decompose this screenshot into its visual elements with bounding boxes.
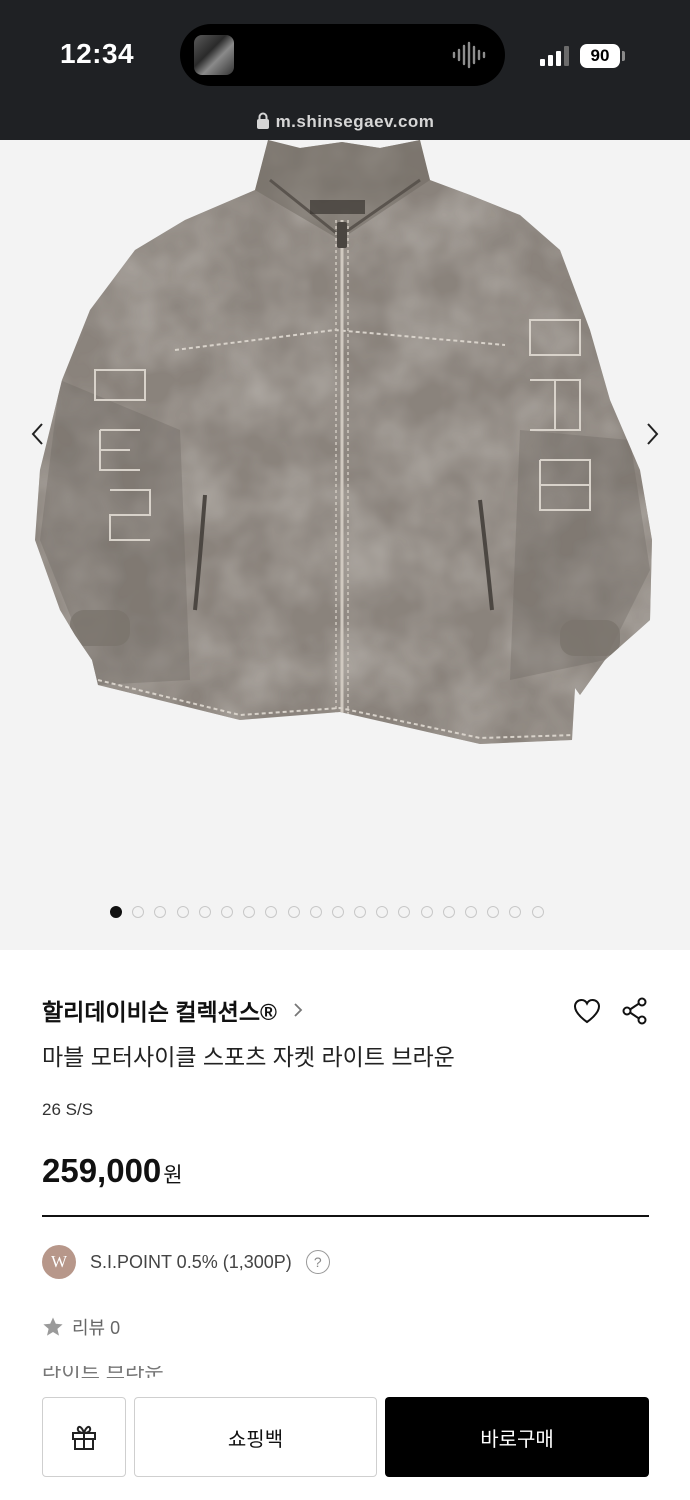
gallery-dot[interactable] [487, 906, 500, 918]
now-playing-artwork[interactable] [194, 35, 234, 75]
gift-icon [72, 1425, 96, 1450]
gallery-dot[interactable] [265, 906, 278, 918]
help-icon[interactable]: ? [305, 1250, 330, 1274]
status-time: 12:34 [60, 38, 135, 69]
audio-waveform-icon [452, 41, 486, 69]
gift-button[interactable] [42, 1397, 126, 1477]
points-info: W S.I.POINT 0.5% (1,300P) ? [42, 1244, 330, 1280]
gallery-dot[interactable] [220, 906, 233, 918]
heart-icon[interactable] [572, 997, 602, 1025]
url-bar[interactable]: m.shinsegaev.com [0, 112, 690, 132]
gallery-dot[interactable] [509, 906, 522, 918]
gallery-dot[interactable] [354, 906, 367, 918]
gallery-dot[interactable] [132, 906, 145, 918]
product-jacket-image [35, 140, 652, 744]
divider [42, 1215, 649, 1217]
gallery-dot[interactable] [176, 906, 189, 918]
review-count: 리뷰 0 [72, 1318, 121, 1338]
gallery-dot[interactable] [110, 906, 122, 918]
gallery-dot[interactable] [398, 906, 411, 918]
gallery-dot[interactable] [465, 906, 477, 918]
gallery-dot[interactable] [154, 906, 167, 918]
points-text: S.I.POINT 0.5% (1,300P) [90, 1251, 292, 1272]
color-option-label: 라이트 브라운 [42, 1366, 164, 1378]
gallery-dot[interactable] [331, 906, 344, 918]
brand-name: 할리데이비슨 컬렉션스® [42, 999, 277, 1025]
chevron-right-icon [294, 1003, 303, 1017]
buy-now-button[interactable]: 바로구매 [385, 1397, 649, 1477]
bottom-action-bar: 쇼핑백 바로구매 [0, 1378, 690, 1500]
product-image-gallery[interactable] [0, 140, 690, 950]
review-summary[interactable]: 리뷰 0 [42, 1314, 120, 1340]
product-price: 259,000원 [42, 1152, 183, 1190]
points-badge-icon: W [42, 1245, 76, 1279]
share-icon[interactable] [622, 997, 648, 1025]
price-currency: 원 [163, 1164, 183, 1187]
dynamic-island[interactable] [180, 24, 505, 86]
status-bar: 12:34 90 m.shinsegaev.com [0, 0, 690, 140]
gallery-pagination [110, 906, 544, 920]
gallery-dot[interactable] [420, 906, 433, 918]
price-value: 259,000 [42, 1152, 162, 1189]
brand-link[interactable]: 할리데이비슨 컬렉션스® [42, 993, 305, 1027]
gallery-dot[interactable] [376, 906, 389, 918]
gallery-dot[interactable] [287, 906, 300, 918]
product-season: 26 S/S [42, 1100, 94, 1119]
star-icon [43, 1317, 63, 1336]
gallery-dot[interactable] [442, 906, 455, 918]
gallery-dot[interactable] [243, 906, 256, 918]
shopping-bag-button[interactable]: 쇼핑백 [134, 1397, 377, 1477]
gallery-dot[interactable] [531, 906, 544, 918]
battery-level: 90 [580, 44, 620, 68]
chevron-right-icon[interactable] [642, 422, 662, 446]
lock-icon [256, 112, 269, 129]
gallery-dot[interactable] [198, 906, 211, 918]
product-name: 마블 모터사이클 스포츠 자켓 라이트 브라운 [42, 1044, 455, 1070]
url-text: m.shinsegaev.com [275, 112, 435, 131]
battery-icon [622, 51, 625, 61]
gallery-dot[interactable] [309, 906, 322, 918]
cellular-signal-icon [540, 46, 569, 66]
chevron-left-icon[interactable] [28, 422, 48, 446]
